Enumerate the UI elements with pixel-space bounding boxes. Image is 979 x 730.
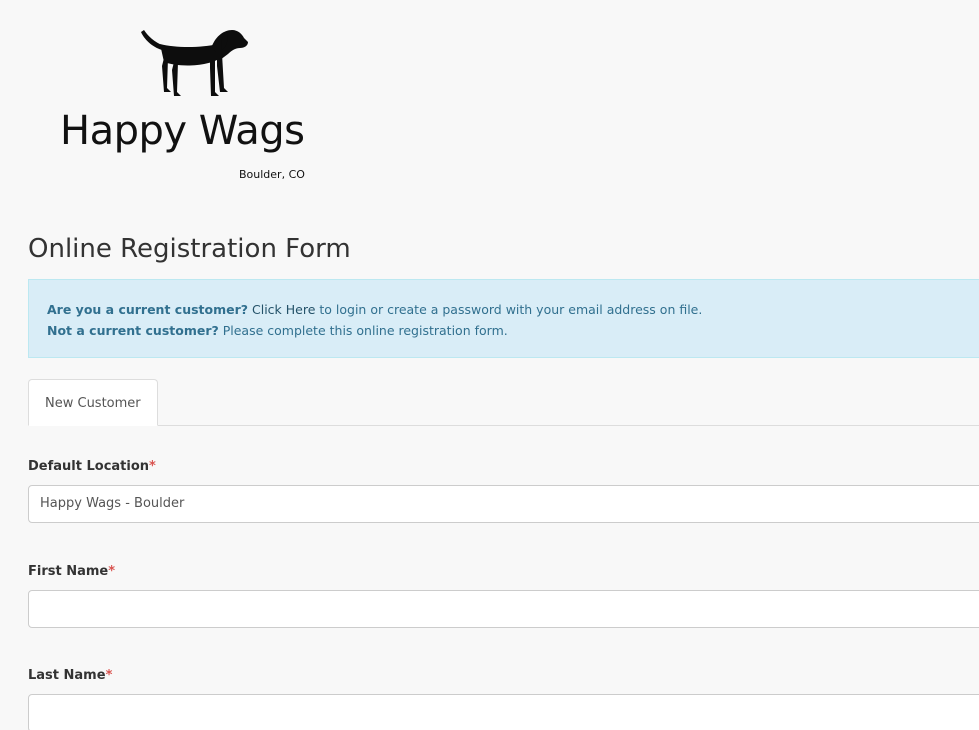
alert-login-instruction: to login or create a password with your …: [315, 302, 703, 317]
default-location-select[interactable]: Happy Wags - Boulder: [28, 485, 979, 523]
page-title: Online Registration Form: [28, 234, 351, 264]
last-name-label-text: Last Name: [28, 668, 106, 683]
registration-page: Happy Wags Boulder, CO Online Registrati…: [0, 0, 979, 730]
brand-name: Happy Wags: [60, 108, 305, 154]
required-marker: *: [105, 668, 113, 683]
first-name-label-text: First Name: [28, 564, 109, 579]
last-name-field[interactable]: [28, 694, 979, 730]
brand-location: Boulder, CO: [239, 168, 305, 181]
alert-registration-instruction: Please complete this online registration…: [218, 323, 508, 338]
customer-tabs: New Customer: [28, 379, 979, 426]
default-location-label-text: Default Location: [28, 459, 150, 474]
required-marker: *: [108, 564, 116, 579]
login-link[interactable]: Click Here: [252, 302, 315, 317]
first-name-field[interactable]: [28, 590, 979, 628]
dog-silhouette-icon: [141, 30, 248, 96]
required-marker: *: [149, 459, 156, 474]
alert-line-new-customer: Not a current customer? Please complete …: [47, 320, 969, 341]
default-location-value: Happy Wags - Boulder: [40, 496, 185, 511]
alert-current-customer-question: Are you a current customer?: [47, 302, 249, 317]
alert-line-current-customer: Are you a current customer? Click Here t…: [47, 299, 969, 320]
brand-logo: Happy Wags Boulder, CO: [56, 22, 336, 192]
first-name-label: First Name*: [28, 564, 115, 579]
default-location-label: Default Location*: [28, 459, 156, 474]
customer-info-alert: Are you a current customer? Click Here t…: [28, 279, 979, 358]
alert-new-customer-question: Not a current customer?: [47, 323, 219, 338]
tab-new-customer[interactable]: New Customer: [28, 379, 158, 426]
last-name-label: Last Name*: [28, 668, 112, 683]
